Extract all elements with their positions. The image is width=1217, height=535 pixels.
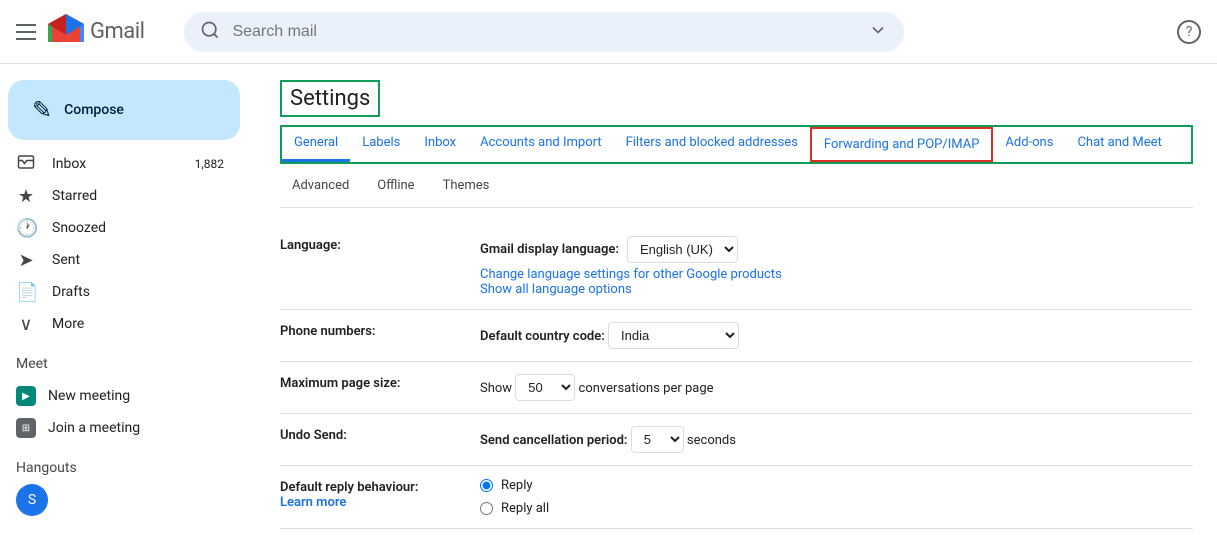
sidebar-item-sent[interactable]: ➤ Sent [0, 244, 240, 276]
sidebar-item-inbox[interactable]: Inbox 1,882 [0, 148, 240, 180]
page-size-label: Maximum page size: [280, 374, 480, 391]
compose-button[interactable]: ✎ Compose [8, 80, 240, 140]
tabs-container: General Labels Inbox Accounts and Import… [280, 125, 1193, 164]
change-language-link[interactable]: Change language settings for other Googl… [480, 267, 782, 282]
reply-control: Reply Reply all [480, 478, 1193, 516]
sidebar-item-join-meeting[interactable]: ⊞ Join a meeting [0, 412, 256, 444]
undo-send-label: Undo Send: [280, 426, 480, 443]
reply-row: Default reply behaviour: Learn more Repl… [280, 466, 1193, 529]
tab-chat[interactable]: Chat and Meet [1065, 127, 1173, 162]
search-input[interactable] [232, 23, 868, 41]
sidebar-inbox-count: 1,882 [195, 157, 224, 171]
hangouts-user[interactable]: S [0, 484, 256, 516]
search-dropdown-icon[interactable] [868, 20, 888, 44]
meet-section-label: Meet [0, 348, 256, 380]
starred-icon: ★ [16, 186, 36, 207]
tab-labels[interactable]: Labels [350, 127, 412, 162]
language-label: Language: [280, 236, 480, 253]
sidebar-starred-label: Starred [52, 188, 224, 204]
sent-icon: ➤ [16, 250, 36, 271]
sidebar-more-label: More [52, 316, 224, 332]
sidebar-item-drafts[interactable]: 📄 Drafts [0, 276, 240, 308]
display-language-label: Gmail display language: [480, 242, 619, 257]
reply-all-option-label: Reply all [501, 501, 549, 516]
country-code-label: Default country code: [480, 329, 605, 344]
sidebar-drafts-label: Drafts [52, 284, 224, 300]
search-bar[interactable] [184, 12, 904, 52]
reply-all-option: Reply all [480, 501, 1193, 516]
search-icon [200, 20, 220, 44]
hover-row: Hover actions: Enable hover actions - Qu… [280, 529, 1193, 535]
per-page-label: conversations per page [579, 381, 714, 396]
avatar: S [16, 484, 48, 516]
tab-addons[interactable]: Add-ons [993, 127, 1065, 162]
show-language-link[interactable]: Show all language options [480, 282, 632, 297]
seconds-label: seconds [687, 433, 736, 448]
undo-seconds-select[interactable]: 5 10 20 30 [631, 426, 684, 453]
more-chevron-icon: ∨ [16, 314, 36, 335]
sidebar-item-more[interactable]: ∨ More [0, 308, 240, 340]
reply-option: Reply [480, 478, 1193, 493]
hangouts-section-label: Hangouts [0, 452, 256, 484]
phone-row: Phone numbers: Default country code: Ind… [280, 310, 1193, 362]
tab-forwarding[interactable]: Forwarding and POP/IMAP [810, 127, 994, 162]
reply-radio-group: Reply Reply all [480, 478, 1193, 516]
gmail-label: Gmail [90, 19, 144, 44]
sub-tab-themes[interactable]: Themes [431, 172, 502, 199]
tab-inbox[interactable]: Inbox [412, 127, 468, 162]
grid-icon: ⊞ [16, 418, 36, 438]
country-select[interactable]: India United States United Kingdom [608, 322, 739, 349]
page-size-row: Maximum page size: Show 50 25 100 conver… [280, 362, 1193, 414]
show-label: Show [480, 381, 512, 396]
undo-send-row: Undo Send: Send cancellation period: 5 1… [280, 414, 1193, 466]
menu-icon[interactable] [16, 24, 36, 40]
sidebar-item-new-meeting[interactable]: ▶ New meeting [0, 380, 256, 412]
topbar: Gmail ? [0, 0, 1217, 64]
layout: ✎ Compose Inbox 1,882 ★ Starred 🕐 Snooze… [0, 64, 1217, 535]
undo-send-control: Send cancellation period: 5 10 20 30 sec… [480, 426, 1193, 453]
sub-tabs: Advanced Offline Themes [280, 164, 1193, 208]
compose-plus-icon: ✎ [32, 96, 52, 124]
language-control: Gmail display language: English (UK) Eng… [480, 236, 1193, 297]
join-meeting-label: Join a meeting [48, 420, 140, 436]
tab-accounts[interactable]: Accounts and Import [468, 127, 613, 162]
reply-label: Default reply behaviour: Learn more [280, 478, 480, 510]
sub-tab-advanced[interactable]: Advanced [280, 172, 361, 199]
drafts-icon: 📄 [16, 282, 36, 303]
page-size-control: Show 50 25 100 conversations per page [480, 374, 1193, 401]
main-content: Settings General Labels Inbox Accounts a… [256, 64, 1217, 535]
sub-tab-offline[interactable]: Offline [365, 172, 426, 199]
page-size-select[interactable]: 50 25 100 [515, 374, 575, 401]
inbox-icon [16, 153, 36, 176]
video-icon: ▶ [16, 386, 36, 406]
new-meeting-label: New meeting [48, 388, 130, 404]
sidebar-sent-label: Sent [52, 252, 224, 268]
cancel-period-label: Send cancellation period: [480, 433, 627, 448]
sidebar-inbox-label: Inbox [52, 156, 195, 172]
sidebar: ✎ Compose Inbox 1,882 ★ Starred 🕐 Snooze… [0, 64, 256, 535]
language-select[interactable]: English (UK) English (US) [627, 236, 738, 263]
help-icon[interactable]: ? [1177, 20, 1201, 44]
reply-radio[interactable] [480, 479, 493, 492]
gmail-logo: Gmail [46, 12, 144, 52]
snoozed-icon: 🕐 [16, 218, 36, 239]
tab-general[interactable]: General [282, 127, 350, 162]
settings-title-box: Settings [280, 80, 380, 117]
page-title: Settings [290, 86, 370, 111]
sidebar-snoozed-label: Snoozed [52, 220, 224, 236]
tab-filters[interactable]: Filters and blocked addresses [614, 127, 810, 162]
reply-all-radio[interactable] [480, 502, 493, 515]
phone-label: Phone numbers: [280, 322, 480, 339]
compose-label: Compose [64, 102, 124, 118]
sidebar-item-snoozed[interactable]: 🕐 Snoozed [0, 212, 240, 244]
language-row: Language: Gmail display language: Englis… [280, 224, 1193, 310]
sidebar-item-starred[interactable]: ★ Starred [0, 180, 240, 212]
learn-more-link[interactable]: Learn more [280, 495, 346, 510]
phone-control: Default country code: India United State… [480, 322, 1193, 349]
reply-option-label: Reply [501, 478, 533, 493]
